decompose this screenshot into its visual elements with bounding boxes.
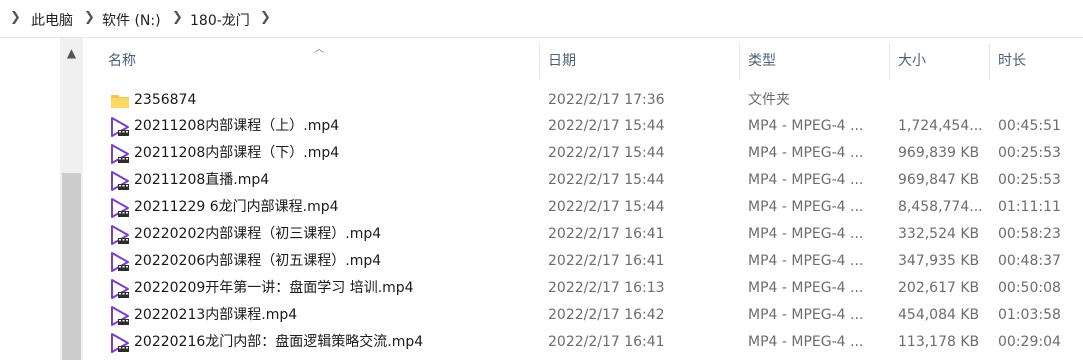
file-date: 2022/2/17 15:44	[548, 199, 665, 215]
folder-icon	[109, 90, 131, 112]
file-duration: 01:03:58	[998, 307, 1061, 323]
file-date: 2022/2/17 17:36	[548, 92, 665, 108]
column-header-name[interactable]: 名称	[108, 38, 538, 87]
file-date: 2022/2/17 16:41	[548, 253, 665, 269]
file-name: 20220213内部课程.mp4	[134, 307, 298, 323]
file-row[interactable]: 20211208内部课程（上）.mp4 2022/2/17 15:44 MP4 - …	[83, 113, 1083, 140]
file-type: MP4 - MPEG-4 ...	[748, 334, 864, 350]
file-duration: 00:29:04	[998, 334, 1061, 350]
file-type: MP4 - MPEG-4 ...	[748, 307, 864, 323]
file-name: 2356874	[134, 92, 197, 108]
file-name: 20211208直播.mp4	[134, 172, 270, 188]
file-type: 文件夹	[748, 92, 790, 108]
file-type: MP4 - MPEG-4 ...	[748, 280, 864, 296]
file-name: 20220216龙门内部：盘面逻辑策略交流.mp4	[134, 334, 424, 350]
file-date: 2022/2/17 16:41	[548, 334, 665, 350]
column-divider[interactable]	[739, 44, 740, 80]
file-size: 969,847 KB	[898, 172, 980, 188]
chevron-right-icon[interactable]: ❯	[84, 10, 95, 25]
file-duration: 00:25:53	[998, 172, 1061, 188]
file-row[interactable]: 20220202内部课程（初三课程）.mp4 2022/2/17 16:41 MP4…	[83, 221, 1083, 248]
file-name: 20220206内部课程（初五课程）.mp4	[134, 253, 382, 269]
column-divider[interactable]	[539, 44, 540, 80]
chevron-right-icon[interactable]: ❯	[172, 10, 183, 25]
video-file-icon	[109, 224, 131, 246]
video-file-icon	[109, 251, 131, 273]
column-header-date[interactable]: 日期	[548, 38, 738, 87]
file-date: 2022/2/17 16:42	[548, 307, 665, 323]
file-type: MP4 - MPEG-4 ...	[748, 145, 864, 161]
file-name: 20211208内部课程（上）.mp4	[134, 118, 340, 134]
column-header-size[interactable]: 大小	[898, 38, 988, 87]
video-file-icon	[109, 278, 131, 300]
navigation-scrollbar[interactable]: ▲	[60, 38, 83, 360]
file-type: MP4 - MPEG-4 ...	[748, 118, 864, 134]
column-header-duration[interactable]: 时长	[998, 38, 1083, 87]
file-size: 347,935 KB	[898, 253, 980, 269]
chevron-right-icon[interactable]: ❯	[10, 10, 21, 25]
file-type: MP4 - MPEG-4 ...	[748, 199, 864, 215]
video-file-icon	[109, 197, 131, 219]
scroll-up-arrow-icon[interactable]: ▲	[60, 46, 83, 60]
file-duration: 00:50:08	[998, 280, 1061, 296]
breadcrumb-item-folder[interactable]: 180-龙门	[190, 10, 250, 30]
file-name: 20211208内部课程（下）.mp4	[134, 145, 340, 161]
video-file-icon	[109, 116, 131, 138]
video-file-icon	[109, 332, 131, 354]
navigation-pane	[0, 38, 60, 360]
file-duration: 00:58:23	[998, 226, 1061, 242]
file-row[interactable]: 2356874 2022/2/17 17:36 文件夹	[83, 87, 1083, 114]
file-date: 2022/2/17 15:44	[548, 145, 665, 161]
file-name: 20220202内部课程（初三课程）.mp4	[134, 226, 382, 242]
video-file-icon	[109, 143, 131, 165]
file-size: 8,458,774...	[898, 199, 983, 215]
file-name: 20220209开年第一讲：盘面学习 培训.mp4	[134, 280, 414, 296]
file-size: 202,617 KB	[898, 280, 980, 296]
column-header-row: ︿ 名称 日期 类型 大小 时长	[83, 38, 1083, 87]
file-date: 2022/2/17 15:44	[548, 118, 665, 134]
file-row[interactable]: 20220206内部课程（初五课程）.mp4 2022/2/17 16:41 MP4…	[83, 248, 1083, 275]
breadcrumb-item-this-pc[interactable]: 此电脑	[31, 10, 73, 30]
file-row[interactable]: 20211208内部课程（下）.mp4 2022/2/17 15:44 MP4 - …	[83, 140, 1083, 167]
column-divider[interactable]	[989, 44, 990, 80]
file-type: MP4 - MPEG-4 ...	[748, 172, 864, 188]
column-divider[interactable]	[889, 44, 890, 80]
video-file-icon	[109, 170, 131, 192]
file-size: 454,084 KB	[898, 307, 980, 323]
scrollbar-thumb[interactable]	[62, 173, 81, 360]
breadcrumb-item-drive[interactable]: 软件 (N:)	[102, 10, 161, 30]
file-duration: 00:48:37	[998, 253, 1061, 269]
file-duration	[998, 87, 1083, 114]
file-size: 969,839 KB	[898, 145, 980, 161]
address-bar[interactable]: ❯ 此电脑 ❯ 软件 (N:) ❯ 180-龙门 ❯	[0, 0, 1083, 38]
file-name: 20211229 6龙门内部课程.mp4	[134, 199, 339, 215]
file-type: MP4 - MPEG-4 ...	[748, 226, 864, 242]
chevron-right-icon[interactable]: ❯	[260, 10, 271, 25]
video-file-icon	[109, 305, 131, 327]
file-date: 2022/2/17 16:13	[548, 280, 665, 296]
file-type: MP4 - MPEG-4 ...	[748, 253, 864, 269]
file-duration: 01:11:11	[998, 199, 1061, 215]
file-row[interactable]: 20211229 6龙门内部课程.mp4 2022/2/17 15:44 MP4 -…	[83, 194, 1083, 221]
file-row[interactable]: 20220213内部课程.mp4 2022/2/17 16:42 MP4 - MPE…	[83, 302, 1083, 329]
file-size: 113,178 KB	[898, 334, 980, 350]
file-size: 1,724,454...	[898, 118, 983, 134]
file-size	[898, 87, 988, 114]
file-row[interactable]: 20220216龙门内部：盘面逻辑策略交流.mp4 2022/2/17 16:41…	[83, 329, 1083, 356]
file-duration: 00:45:51	[998, 118, 1061, 134]
file-row[interactable]: 20220209开年第一讲：盘面学习 培训.mp4 2022/2/17 16:13…	[83, 275, 1083, 302]
file-size: 332,524 KB	[898, 226, 980, 242]
file-date: 2022/2/17 15:44	[548, 172, 665, 188]
file-date: 2022/2/17 16:41	[548, 226, 665, 242]
file-row[interactable]: 20211208直播.mp4 2022/2/17 15:44 MP4 - MPEG-…	[83, 167, 1083, 194]
column-header-type[interactable]: 类型	[748, 38, 888, 87]
file-duration: 00:25:53	[998, 145, 1061, 161]
